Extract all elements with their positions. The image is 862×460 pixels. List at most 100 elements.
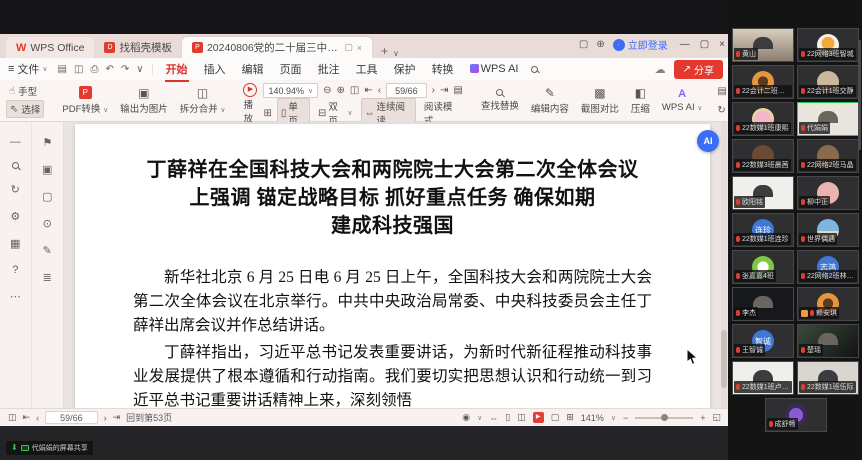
document-scrollbar[interactable] xyxy=(721,122,727,408)
participant-tile[interactable]: 黄山 xyxy=(732,28,794,62)
hand-tool-button[interactable]: ☝手型 xyxy=(6,83,44,99)
participant-tile[interactable]: 柳中正 xyxy=(797,176,859,210)
pdf-page[interactable]: 丁薛祥在全国科技大会和两院院士大会第二次全体会议 上强调 锚定战略目标 抓好重点… xyxy=(75,124,710,408)
first-page-icon[interactable]: ⇤ xyxy=(364,85,372,96)
more-dropdown-icon[interactable]: ∨ xyxy=(136,64,143,75)
close-button[interactable]: × xyxy=(719,39,725,50)
attachment-icon[interactable]: ⊙ xyxy=(43,217,52,230)
export-image-button[interactable]: ▣输出为图片 xyxy=(114,83,174,118)
file-menu[interactable]: ≡ 文件 ∨ xyxy=(8,61,48,77)
compress-button[interactable]: ◧压缩 xyxy=(625,83,656,118)
signature-pen-icon[interactable]: ✎ xyxy=(43,244,52,257)
last-page-icon[interactable]: ⇥ xyxy=(440,85,448,96)
last-page-icon[interactable]: ⇥ xyxy=(113,412,121,423)
search-icon[interactable] xyxy=(531,66,538,73)
participant-tile[interactable]: 楚瑶 xyxy=(797,324,859,358)
screenshot-compare-button[interactable]: ▩截图对比 xyxy=(575,83,625,118)
comment-icon[interactable]: ▢ xyxy=(42,190,52,203)
participant-tile[interactable]: 22网络3班智城 xyxy=(797,28,859,62)
document-viewport[interactable]: 丁薛祥在全国科技大会和两院院士大会第二次全体会议 上强调 锚定战略目标 抓好重点… xyxy=(64,122,729,408)
comment-bubble-icon[interactable]: ▢ xyxy=(344,42,353,53)
zoom-out-button[interactable]: − xyxy=(623,413,628,423)
menu-tab-protect[interactable]: 保护 xyxy=(391,59,419,79)
bookmark-icon[interactable]: ⚑ xyxy=(42,136,52,149)
workspace-icon[interactable]: ▢ xyxy=(579,39,588,50)
next-page-icon[interactable]: › xyxy=(432,85,435,96)
print-icon[interactable]: ⎙ xyxy=(90,64,98,75)
login-button[interactable]: ∙ 立即登录 xyxy=(613,37,668,52)
sidebar-toggle-icon[interactable]: ◫ xyxy=(8,412,17,423)
open-folder-icon[interactable]: ▤ xyxy=(58,64,67,75)
single-page-icon[interactable]: ▯ xyxy=(505,412,510,423)
scrollbar-thumb[interactable] xyxy=(721,330,727,388)
edit-content-button[interactable]: ✎编辑内容 xyxy=(525,83,575,118)
play-button[interactable]: ▶ xyxy=(533,412,544,423)
undo-icon[interactable]: ↶ xyxy=(105,64,113,75)
participant-tile[interactable]: 连珍 22数媒1班连珍 xyxy=(732,213,794,247)
menu-tab-convert[interactable]: 转换 xyxy=(429,59,457,79)
thumbnail-view-icon[interactable]: ⊞ xyxy=(263,108,271,119)
fullscreen-icon[interactable]: ◱ xyxy=(712,412,721,423)
settings-icon[interactable]: ⚙ xyxy=(10,210,20,223)
participant-tile[interactable]: 欧阳铭 xyxy=(732,176,794,210)
tab-wps-home[interactable]: W WPS Office xyxy=(6,37,94,58)
share-button[interactable]: ↗ 分享 xyxy=(674,60,723,79)
back-to-page-link[interactable]: 回到第53页 xyxy=(126,411,172,424)
page-indicator-input[interactable]: 59/66 xyxy=(45,411,98,424)
minimize-button[interactable]: — xyxy=(680,39,690,50)
participant-tile[interactable]: 22网络2班马晶 xyxy=(797,139,859,173)
next-page-icon[interactable]: › xyxy=(104,413,107,423)
participant-tile[interactable]: 22数媒1班伍际 xyxy=(797,361,859,395)
double-page-icon[interactable]: ◫ xyxy=(517,412,526,423)
tab-list-dropdown-icon[interactable]: ∨ xyxy=(391,49,401,58)
menu-tab-home[interactable]: 开始 xyxy=(163,59,191,79)
pdf-convert-button[interactable]: PPDF转换 ∨ xyxy=(56,83,114,118)
menu-tab-page[interactable]: 页面 xyxy=(277,59,305,79)
cloud-sync-icon[interactable]: ☁ xyxy=(655,63,666,76)
close-tab-icon[interactable]: × xyxy=(357,43,362,53)
participant-tile[interactable]: 智诚 王智诚 xyxy=(732,324,794,358)
menu-tab-insert[interactable]: 插入 xyxy=(201,59,229,79)
menu-tab-edit[interactable]: 编辑 xyxy=(239,59,267,79)
prev-page-icon[interactable]: ‹ xyxy=(36,413,39,423)
play-icon[interactable]: ▶ xyxy=(243,83,257,97)
restore-button[interactable]: ▢ xyxy=(700,39,709,50)
continuous-icon[interactable]: ⇔ xyxy=(489,413,498,423)
globe-icon[interactable]: ⊕ xyxy=(596,39,604,50)
more-icon[interactable]: ⋯ xyxy=(10,290,21,303)
fit-page-icon[interactable]: ⊞ xyxy=(566,412,574,423)
tab-current-document[interactable]: P 20240806党的二十届三中全... ▢ × xyxy=(182,37,372,58)
menu-tab-wps-ai[interactable]: WPS AI xyxy=(467,61,522,77)
participant-tile[interactable]: 22会计1班交静 xyxy=(797,65,859,99)
fit-width-icon[interactable]: ▢ xyxy=(551,412,560,423)
participant-tile[interactable]: 张嘉嘉4班 xyxy=(732,250,794,284)
participant-tile[interactable]: 22数媒3班晨茜 xyxy=(732,139,794,173)
select-tool-button[interactable]: ⇖选择 xyxy=(6,100,44,118)
zoom-value[interactable]: 141% xyxy=(581,413,604,423)
participant-tile[interactable]: 22数媒1班康熙 xyxy=(732,102,794,136)
participant-tile[interactable]: 成舒畅 xyxy=(765,398,827,432)
redo-icon[interactable]: ↷ xyxy=(121,64,129,75)
wps-ai-float-button[interactable]: AI xyxy=(697,130,719,152)
collapse-icon[interactable]: — xyxy=(10,136,21,148)
zoom-out-icon[interactable]: ⊖ xyxy=(323,85,331,96)
layers-icon[interactable]: ≣ xyxy=(43,271,52,284)
help-icon[interactable]: ? xyxy=(12,264,18,276)
zoom-slider-knob[interactable] xyxy=(661,414,668,421)
participant-tile[interactable]: 赖安琪 xyxy=(797,287,859,321)
participants-scrollbar[interactable] xyxy=(858,40,861,150)
fit-page-icon[interactable]: ◫ xyxy=(350,85,359,96)
image-icon[interactable]: ▣ xyxy=(42,163,52,176)
menu-tab-tools[interactable]: 工具 xyxy=(353,59,381,79)
zoom-in-button[interactable]: + xyxy=(700,413,705,423)
layout-icon[interactable]: ▦ xyxy=(10,237,20,250)
book-icon[interactable]: ▤ xyxy=(453,85,462,96)
eye-icon[interactable]: ◉ xyxy=(462,412,470,423)
prev-page-icon[interactable]: ‹ xyxy=(378,85,381,96)
search-icon[interactable] xyxy=(12,162,19,169)
participant-tile[interactable]: 22会计二班刘熹 xyxy=(732,65,794,99)
split-merge-button[interactable]: ◫拆分合并 ∨ xyxy=(174,83,232,118)
tab-docer-templates[interactable]: D 找稻壳模板 xyxy=(94,37,182,58)
participant-tile[interactable]: 李杰 xyxy=(732,287,794,321)
participant-tile-active-speaker[interactable]: 代娟娟 xyxy=(797,102,859,136)
